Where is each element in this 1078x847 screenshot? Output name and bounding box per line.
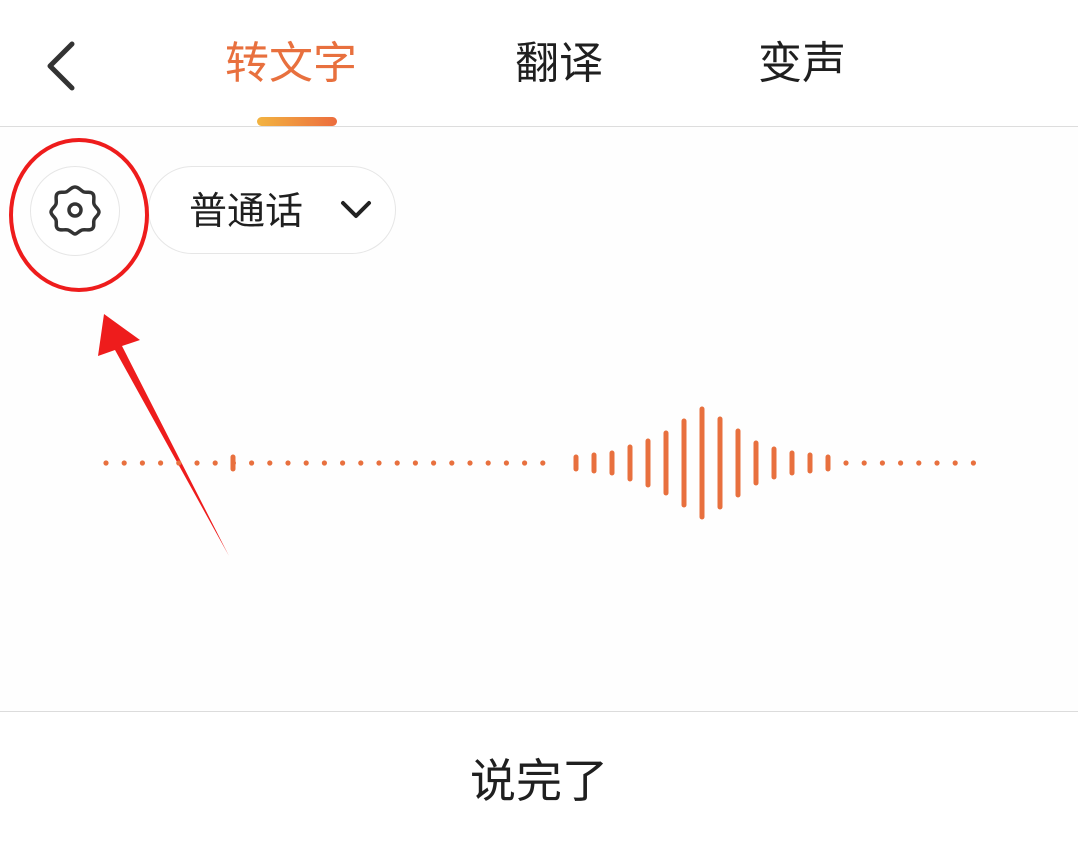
waveform-dot (934, 460, 940, 466)
bottom-bar: 说完了 (0, 711, 1078, 847)
waveform-dot (121, 460, 127, 466)
waveform-dot (139, 460, 145, 466)
waveform-dot (194, 460, 200, 466)
waveform-dot (952, 460, 958, 466)
waveform-dot (394, 460, 400, 466)
waveform-dot (449, 460, 455, 466)
waveform-dot (522, 460, 528, 466)
tab-transcribe[interactable]: 转文字 (225, 34, 357, 94)
waveform-dot (467, 460, 473, 466)
waveform-dot (321, 460, 327, 466)
waveform-dot (249, 460, 255, 466)
waveform-dot (376, 460, 382, 466)
waveform-dot (503, 460, 509, 466)
waveform-dot (431, 460, 437, 466)
back-button[interactable] (30, 32, 94, 96)
waveform-dot (879, 460, 886, 466)
waveform-dot (970, 460, 977, 466)
waveform-dot (285, 460, 291, 466)
waveform-dot (158, 460, 164, 466)
waveform-dot (485, 460, 491, 466)
waveform-dot (212, 460, 218, 466)
done-speaking-button[interactable]: 说完了 (439, 746, 639, 816)
language-label: 普通话 (189, 189, 304, 233)
waveform-dot (540, 460, 546, 466)
voice-input-screen: 转文字 翻译 变声 普通话 说完了 (0, 0, 1078, 847)
audio-waveform (103, 406, 977, 520)
tab-voice-change[interactable]: 变声 (758, 34, 846, 94)
waveform-dot (176, 460, 182, 466)
language-selector[interactable]: 普通话 (148, 166, 396, 254)
chevron-left-icon (47, 41, 75, 91)
active-tab-indicator (257, 117, 337, 126)
annotation-highlight-ring (9, 138, 149, 292)
waveform-dot (340, 460, 346, 466)
waveform-dot (303, 460, 309, 466)
tab-translate[interactable]: 翻译 (515, 34, 603, 94)
top-bar: 转文字 翻译 变声 (0, 0, 1078, 127)
waveform-dot (861, 460, 867, 466)
waveform-dot (916, 460, 922, 466)
waveform-dot (843, 460, 849, 466)
chevron-down-icon (341, 201, 371, 218)
waveform-dot (103, 460, 109, 466)
waveform-dot (358, 460, 364, 466)
waveform-dot (412, 460, 418, 466)
waveform-dot (898, 460, 904, 466)
waveform-dot (267, 460, 273, 466)
